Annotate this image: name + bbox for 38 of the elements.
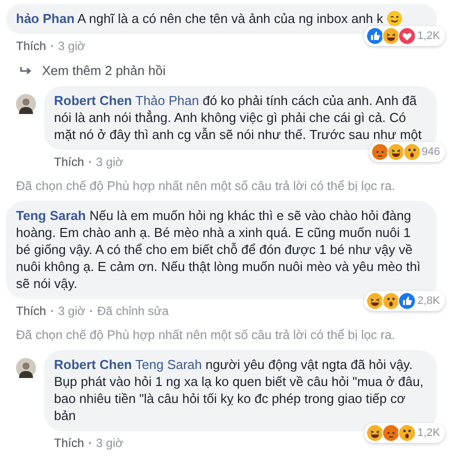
comment-text: hảo Phan A nghĩ là a có nên che tên và ảnh của ng inbox anh k	[16, 10, 427, 27]
comment-text: Robert Chen Teng Sarah người yêu động vật ngta đã hỏi vậy. Bụp phát vào hỏi 1 ng xa lạ ko quen biết về câu hỏi "mua ở đâu, bao nhiêu tiền "là câu hỏi tối kỵ ko đc phép trong giao tiếp cơ bản	[54, 356, 424, 424]
author-link[interactable]: Robert Chen	[54, 93, 132, 108]
comment-text: Robert Chen Thảo Phan đó ko phải tính cách của anh. Anh đã nói là anh nói thẳng. Anh không việc gì phải che cái gì cả. Có mặt nó ở đây thì anh cg vẫn sẽ nói như thế. Trước sau như một	[54, 92, 423, 143]
like-reaction-icon	[398, 292, 416, 310]
like-link[interactable]: Thích	[16, 39, 46, 53]
winking-face-icon	[386, 11, 402, 26]
like-link[interactable]: Thích	[54, 155, 84, 169]
reaction-count: 946	[422, 144, 440, 160]
reaction-count: 2,8K	[417, 294, 440, 308]
mention-link[interactable]: Teng Sarah	[135, 357, 202, 372]
like-link[interactable]: Thích	[16, 304, 46, 318]
surprised-reaction-icon	[402, 143, 421, 161]
laughing-reaction-icon	[386, 143, 405, 161]
author-link[interactable]: Teng Sarah	[16, 208, 86, 223]
more-replies-link[interactable]: Xem thêm 2 phản hồi	[42, 63, 166, 78]
avatar[interactable]	[16, 94, 36, 114]
laughing-reaction-icon	[366, 424, 384, 442]
reaction-count: 1,2K	[417, 28, 440, 44]
like-link[interactable]: Thích	[54, 436, 84, 450]
angry-reaction-icon	[370, 143, 389, 161]
avatar[interactable]	[16, 358, 36, 378]
like-reaction-icon	[366, 27, 384, 45]
surprised-reaction-icon	[398, 424, 416, 442]
angry-reaction-icon	[382, 424, 400, 442]
surprised-reaction-icon	[382, 292, 400, 310]
comment-text: Teng Sarah Nếu là em muốn hỏi ng khác thì e sẽ vào chào hỏi đàng hoàng. Em chào anh ạ. Bé mèo nhà a xinh quá. E cũng muốn nuôi 1 bé giống vậy. A có thể cho em biết chỗ để đón được 1 bé như vậy về nuôi không ạ. E cảm ơn. Nếu thật lòng muốn nuôi mèo và yêu mèo thì sẽ nói vậy.	[16, 207, 422, 292]
filter-notice: Đã chọn chế độ Phù hợp nhất nên một số câu trả lời có thể bị lọc ra.	[15, 327, 396, 344]
reaction-count: 1,2K	[417, 426, 440, 440]
edited-label: Đã chỉnh sửa	[97, 304, 169, 318]
mention-link[interactable]: Thảo Phan	[135, 93, 199, 108]
heart-reaction-icon	[398, 27, 416, 45]
reply-arrow-icon	[20, 66, 32, 76]
author-link[interactable]: Robert Chen	[54, 357, 132, 372]
author-link[interactable]: hảo Phan	[16, 11, 75, 26]
laughing-reaction-icon	[382, 27, 400, 45]
filter-notice: Đã chọn chế độ Phù hợp nhất nên một số câu trả lời có thể bị lọc ra.	[15, 178, 396, 195]
laughing-reaction-icon	[366, 292, 384, 310]
